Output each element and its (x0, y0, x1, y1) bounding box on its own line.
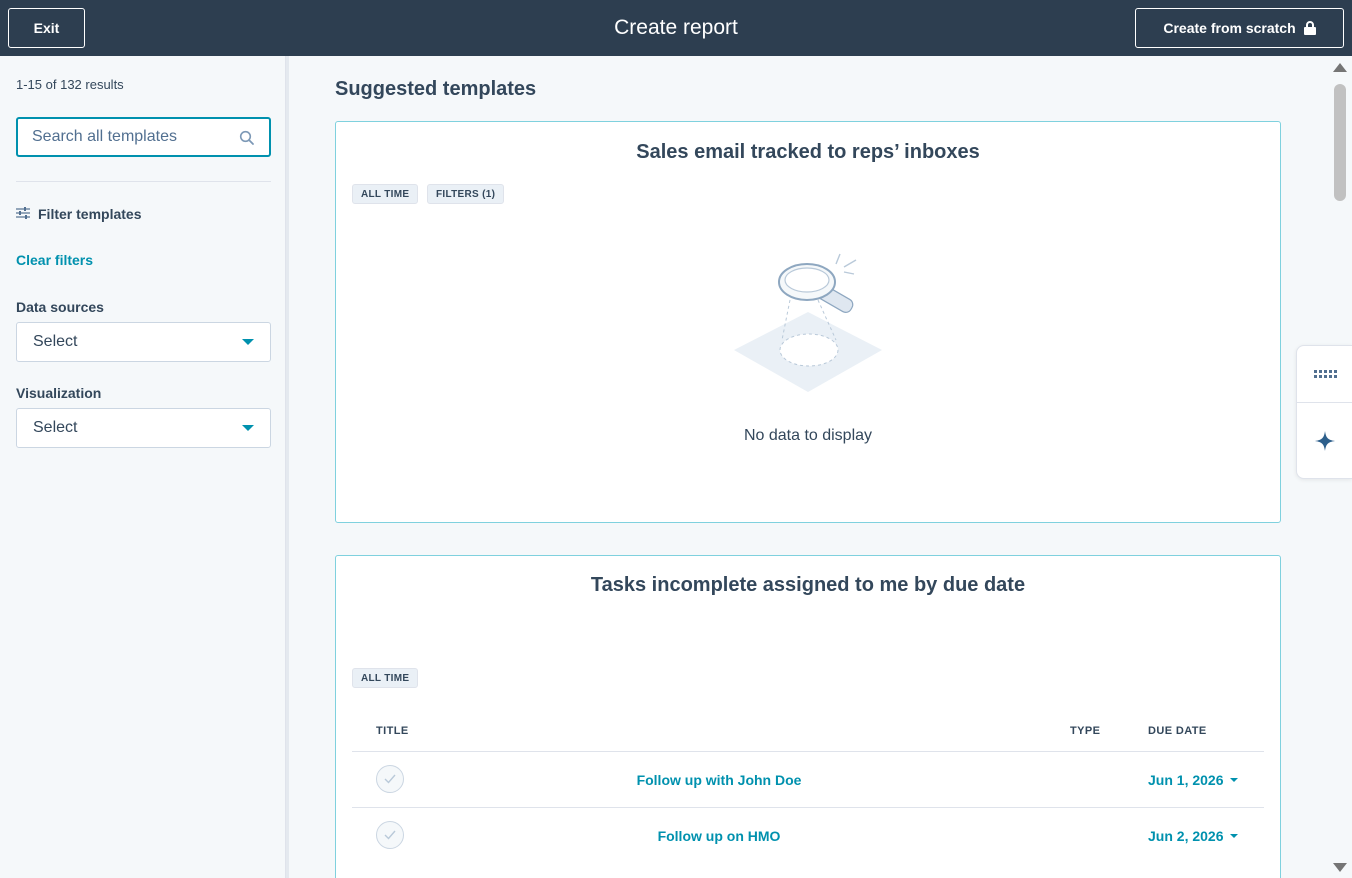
complete-task-checkbox[interactable] (376, 821, 404, 849)
column-header-type: TYPE (1070, 725, 1101, 737)
task-title-link[interactable]: Follow up with John Doe (588, 772, 850, 788)
template-card[interactable]: Tasks incomplete assigned to me by due d… (335, 555, 1281, 878)
scroll-down-arrow[interactable] (1333, 863, 1347, 872)
panel-divider (1297, 402, 1352, 403)
results-count: 1-15 of 132 results (16, 77, 124, 92)
main-content: Suggested templates Sales email tracked … (289, 56, 1329, 878)
due-date-value: Jun 1, 2026 (1148, 772, 1224, 788)
visualization-label: Visualization (16, 385, 102, 401)
create-from-scratch-label: Create from scratch (1163, 20, 1296, 36)
complete-task-checkbox[interactable] (376, 765, 404, 793)
filter-sidebar: 1-15 of 132 results Filter templates Cle… (0, 56, 286, 878)
filters-tag: FILTERS (1) (427, 184, 505, 204)
scroll-up-arrow[interactable] (1333, 63, 1347, 72)
clear-filters-link[interactable]: Clear filters (16, 252, 93, 268)
date-range-tag: ALL TIME (352, 184, 419, 204)
data-sources-value: Select (33, 333, 78, 350)
data-sources-label: Data sources (16, 299, 104, 315)
due-date-dropdown[interactable]: Jun 1, 2026 (1148, 772, 1238, 788)
card-title: Tasks incomplete assigned to me by due d… (590, 574, 1026, 596)
task-title-link[interactable]: Follow up on HMO (588, 828, 850, 844)
due-date-value: Jun 2, 2026 (1148, 828, 1224, 844)
section-title: Suggested templates (335, 78, 537, 100)
dots-grid-icon[interactable] (1313, 368, 1337, 380)
magnifying-glass-empty-state-icon (732, 252, 887, 397)
side-tools-panel (1296, 345, 1352, 479)
search-input[interactable] (18, 119, 228, 155)
filter-templates-heading: Filter templates (16, 206, 141, 222)
checkmark-icon (384, 774, 396, 784)
search-icon[interactable] (239, 130, 255, 146)
card-title: Sales email tracked to reps’ inboxes (636, 141, 980, 163)
date-range-tag: ALL TIME (352, 668, 419, 688)
caret-down-icon (1229, 778, 1238, 782)
checkmark-icon (384, 830, 396, 840)
visualization-value: Select (33, 419, 78, 436)
filter-templates-label: Filter templates (38, 206, 142, 222)
table-row-divider (352, 807, 1264, 808)
chevron-down-icon (242, 425, 254, 431)
column-header-title: TITLE (376, 725, 409, 737)
sidebar-divider (16, 181, 271, 182)
due-date-dropdown[interactable]: Jun 2, 2026 (1148, 828, 1238, 844)
empty-state-message: No data to display (743, 427, 873, 444)
data-sources-select[interactable]: Select (16, 322, 271, 362)
visualization-select[interactable]: Select (16, 408, 271, 448)
caret-down-icon (1229, 834, 1238, 838)
top-bar: Exit Create report Create from scratch (0, 0, 1352, 56)
column-header-due-date: DUE DATE (1148, 725, 1207, 737)
create-from-scratch-button[interactable]: Create from scratch (1135, 8, 1344, 48)
sliders-icon (16, 206, 30, 222)
search-field (16, 117, 271, 157)
table-header-divider (352, 751, 1264, 752)
scrollbar-thumb[interactable] (1334, 84, 1346, 201)
chevron-down-icon (242, 339, 254, 345)
template-card[interactable]: Sales email tracked to reps’ inboxes ALL… (335, 121, 1281, 523)
sparkle-icon[interactable] (1315, 431, 1335, 451)
lock-icon (1303, 21, 1316, 35)
